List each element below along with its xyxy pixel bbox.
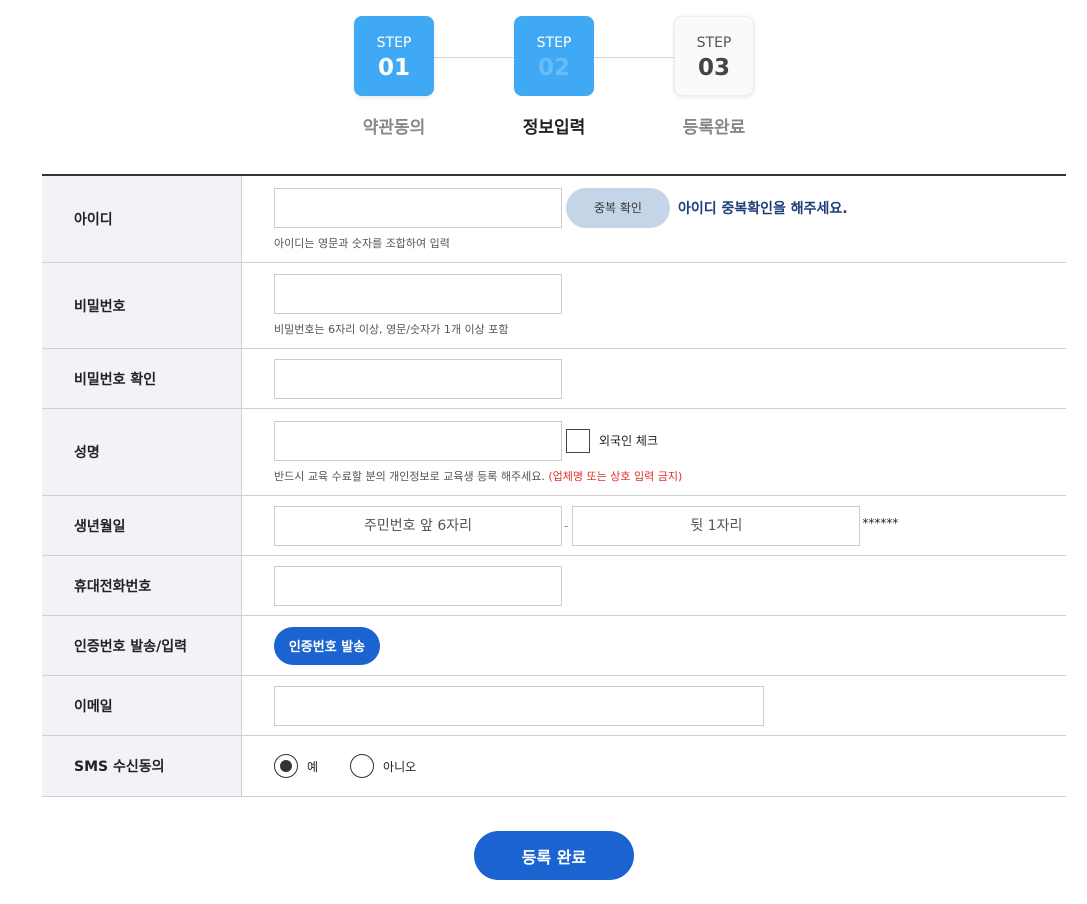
step-connector [594, 57, 674, 58]
step-connector [434, 57, 514, 58]
name-hint-warning: (업체명 또는 상호 입력 금지) [548, 469, 683, 483]
email-line [274, 685, 1066, 726]
password-confirm-input[interactable] [274, 358, 562, 399]
step-1: STEP 01 약관동의 [354, 16, 434, 138]
duplicate-check-message: 아이디 중복확인을 해주세요. [678, 200, 848, 217]
send-auth-code-button[interactable]: 인증번호 발송 [274, 626, 380, 665]
password-input[interactable] [274, 274, 562, 314]
id-hint: 아이디는 영문과 숫자를 조합하여 입력 [274, 236, 450, 250]
sms-yes-label[interactable]: 예 [307, 758, 318, 775]
step-2-box: STEP 02 [514, 16, 594, 96]
password-label: 비밀번호 [42, 263, 242, 348]
row-name: 성명 외국인 체크 반드시 교육 수료할 분의 개인정보로 교육생 등록 해주세… [42, 409, 1066, 496]
sms-yes-radio[interactable] [274, 754, 298, 778]
row-password-confirm: 비밀번호 확인 [42, 349, 1066, 409]
password-hint: 비밀번호는 6자리 이상, 영문/숫자가 1개 이상 포함 [274, 323, 509, 336]
step-1-box: STEP 01 [354, 16, 434, 96]
birth-front-input[interactable] [274, 505, 562, 546]
email-label: 이메일 [42, 676, 242, 735]
sms-label: SMS 수신동의 [42, 736, 242, 796]
birth-line: - ****** [274, 505, 1066, 546]
registration-form: 아이디 중복 확인 아이디 중복확인을 해주세요. 아이디는 영문과 숫자를 조… [42, 174, 1066, 797]
radio-selected-dot [280, 760, 292, 772]
auth-line: 인증번호 발송 [274, 626, 1066, 665]
phone-input[interactable] [274, 565, 562, 606]
id-label: 아이디 [42, 176, 242, 262]
birth-label: 생년월일 [42, 496, 242, 555]
birth-body: - ****** [242, 496, 1066, 555]
step-indicator: STEP 01 약관동의 STEP 02 정보입력 STEP 03 등록완료 [354, 16, 756, 138]
step-3-label: STEP [696, 34, 732, 51]
row-phone: 휴대전화번호 [42, 556, 1066, 616]
password-confirm-line [274, 358, 1066, 399]
birth-back-input[interactable] [572, 505, 861, 546]
email-body [242, 676, 1066, 735]
password-confirm-label: 비밀번호 확인 [42, 349, 242, 408]
row-sms: SMS 수신동의 예 아니오 [42, 736, 1066, 797]
phone-line [274, 565, 1066, 606]
step-1-label: STEP [376, 34, 412, 51]
id-input[interactable] [274, 187, 562, 228]
row-email: 이메일 [42, 676, 1066, 736]
row-id: 아이디 중복 확인 아이디 중복확인을 해주세요. 아이디는 영문과 숫자를 조… [42, 176, 1066, 263]
id-body: 중복 확인 아이디 중복확인을 해주세요. 아이디는 영문과 숫자를 조합하여 … [242, 176, 1066, 262]
auth-label: 인증번호 발송/입력 [42, 616, 242, 675]
submit-registration-button[interactable]: 등록 완료 [474, 831, 634, 880]
id-line: 중복 확인 아이디 중복확인을 해주세요. [274, 187, 1066, 228]
name-line: 외국인 체크 [274, 420, 1066, 461]
step-2: STEP 02 정보입력 [514, 16, 594, 138]
auth-body: 인증번호 발송 [242, 616, 1066, 675]
step-3-box: STEP 03 [674, 16, 754, 96]
password-confirm-body [242, 349, 1066, 408]
foreigner-checkbox-label[interactable]: 외국인 체크 [599, 432, 658, 449]
sms-no-radio[interactable] [350, 754, 375, 778]
foreigner-checkbox[interactable] [566, 428, 590, 453]
step-1-number: 01 [377, 54, 410, 81]
name-hint-text: 반드시 교육 수료할 분의 개인정보로 교육생 등록 해주세요. [274, 469, 545, 483]
email-input[interactable] [274, 685, 764, 726]
password-body: 비밀번호는 6자리 이상, 영문/숫자가 1개 이상 포함 [242, 263, 1066, 348]
name-hint: 반드시 교육 수료할 분의 개인정보로 교육생 등록 해주세요. (업체명 또는… [274, 468, 1066, 484]
step-3-number: 03 [697, 54, 730, 81]
sms-body: 예 아니오 [242, 736, 1066, 796]
row-password: 비밀번호 비밀번호는 6자리 이상, 영문/숫자가 1개 이상 포함 [42, 263, 1066, 349]
step-3: STEP 03 등록완료 [674, 16, 754, 138]
password-line [274, 274, 1066, 314]
step-2-caption: 정보입력 [522, 118, 586, 138]
birth-separator: - [564, 518, 569, 533]
step-2-label: STEP [536, 34, 572, 51]
name-body: 외국인 체크 반드시 교육 수료할 분의 개인정보로 교육생 등록 해주세요. … [242, 409, 1066, 495]
birth-mask: ****** [862, 515, 899, 530]
sms-no-label[interactable]: 아니오 [383, 758, 416, 775]
sms-line: 예 아니오 [274, 754, 1066, 778]
duplicate-check-button[interactable]: 중복 확인 [566, 187, 670, 228]
row-birth: 생년월일 - ****** [42, 496, 1066, 556]
step-2-number: 02 [537, 54, 570, 81]
name-label: 성명 [42, 409, 242, 495]
name-input[interactable] [274, 420, 562, 461]
row-auth: 인증번호 발송/입력 인증번호 발송 [42, 616, 1066, 676]
step-3-caption: 등록완료 [682, 118, 746, 138]
step-1-caption: 약관동의 [362, 118, 426, 138]
phone-label: 휴대전화번호 [42, 556, 242, 615]
phone-body [242, 556, 1066, 615]
